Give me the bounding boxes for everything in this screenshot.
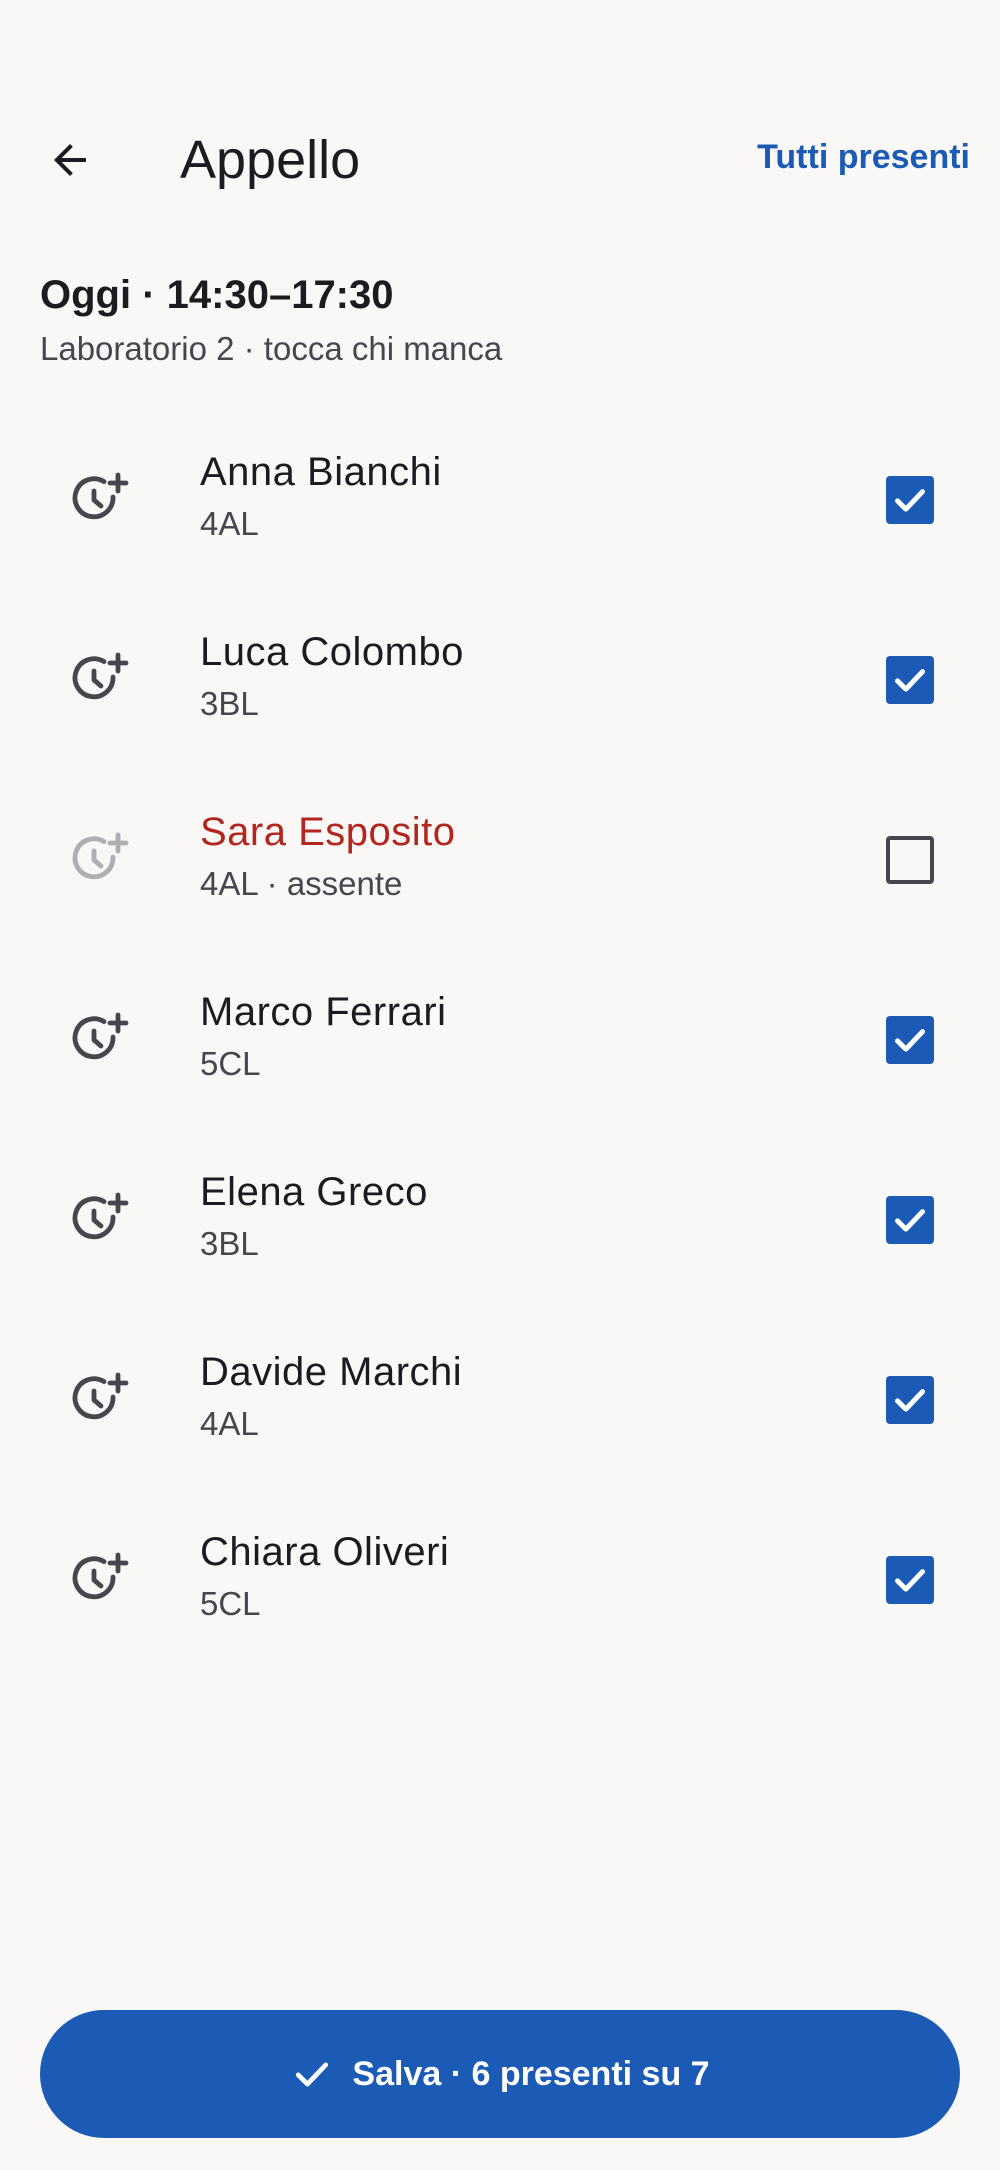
student-row[interactable]: Marco Ferrari 5CL <box>0 950 1000 1130</box>
presence-checkbox[interactable] <box>886 476 934 524</box>
student-class: 3BL <box>200 1225 259 1262</box>
check-icon <box>895 1029 925 1052</box>
presence-checkbox[interactable] <box>886 836 934 884</box>
student-row[interactable]: Sara Esposito 4AL · assente <box>0 770 1000 950</box>
student-info: Luca Colombo 3BL <box>200 626 464 726</box>
student-row[interactable]: Anna Bianchi 4AL <box>0 410 1000 590</box>
check-icon <box>895 1569 925 1592</box>
presence-checkbox[interactable] <box>886 1196 934 1244</box>
student-name: Anna Bianchi <box>200 450 442 494</box>
save-button-label: Salva · 6 presenti su 7 <box>352 2054 710 2093</box>
check-icon <box>296 2062 329 2087</box>
student-name: Sara Esposito <box>200 810 456 854</box>
student-row[interactable]: Davide Marchi 4AL <box>0 1310 1000 1490</box>
clock-plus-icon[interactable] <box>62 1180 142 1260</box>
student-name: Marco Ferrari <box>200 990 447 1034</box>
student-name: Chiara Oliveri <box>200 1530 450 1574</box>
student-info: Sara Esposito 4AL · assente <box>200 806 456 906</box>
student-info: Chiara Oliveri 5CL <box>200 1526 449 1626</box>
clock-plus-icon[interactable] <box>62 460 142 540</box>
student-row[interactable]: Chiara Oliveri 5CL <box>0 1490 1000 1670</box>
clock-plus-icon[interactable] <box>62 1000 142 1080</box>
back-button[interactable] <box>30 120 110 200</box>
student-info: Marco Ferrari 5CL <box>200 986 447 1086</box>
session-info: Oggi · 14:30–17:30 Laboratorio 2 · tocca… <box>40 270 502 370</box>
student-info: Anna Bianchi 4AL <box>200 446 442 546</box>
student-class: 5CL <box>200 1045 261 1082</box>
top-app-bar: Appello Tutti presenti <box>0 100 1000 220</box>
clock-plus-icon[interactable] <box>62 820 142 900</box>
session-subtitle: Laboratorio 2 · tocca chi manca <box>40 330 503 367</box>
student-name: Davide Marchi <box>200 1350 463 1394</box>
check-icon <box>895 1389 925 1412</box>
check-icon <box>895 489 925 512</box>
student-name: Luca Colombo <box>200 630 464 674</box>
student-class: 4AL <box>200 1405 259 1442</box>
student-class: 3BL <box>200 685 259 722</box>
arrow-back-icon <box>54 144 86 176</box>
session-title: Oggi · 14:30–17:30 <box>40 273 394 317</box>
presence-checkbox[interactable] <box>886 1016 934 1064</box>
student-row[interactable]: Luca Colombo 3BL <box>0 590 1000 770</box>
student-class: 4AL <box>200 505 259 542</box>
check-icon <box>895 669 925 692</box>
page-title: Appello <box>180 130 361 190</box>
check-icon <box>895 1209 925 1232</box>
student-class: 4AL · assente <box>200 865 403 902</box>
student-class: 5CL <box>200 1585 261 1622</box>
student-list: Anna Bianchi 4AL Luca Colombo 3BL Sara E… <box>0 410 1000 1670</box>
save-button[interactable]: Salva · 6 presenti su 7 <box>40 2010 960 2138</box>
student-info: Elena Greco 3BL <box>200 1166 428 1266</box>
clock-plus-icon[interactable] <box>62 1540 142 1620</box>
presence-checkbox[interactable] <box>886 1376 934 1424</box>
all-present-button[interactable]: Tutti presenti <box>757 138 970 177</box>
student-name: Elena Greco <box>200 1170 428 1214</box>
presence-checkbox[interactable] <box>886 656 934 704</box>
student-info: Davide Marchi 4AL <box>200 1346 462 1446</box>
presence-checkbox[interactable] <box>886 1556 934 1604</box>
clock-plus-icon[interactable] <box>62 1360 142 1440</box>
clock-plus-icon[interactable] <box>62 640 142 720</box>
student-row[interactable]: Elena Greco 3BL <box>0 1130 1000 1310</box>
